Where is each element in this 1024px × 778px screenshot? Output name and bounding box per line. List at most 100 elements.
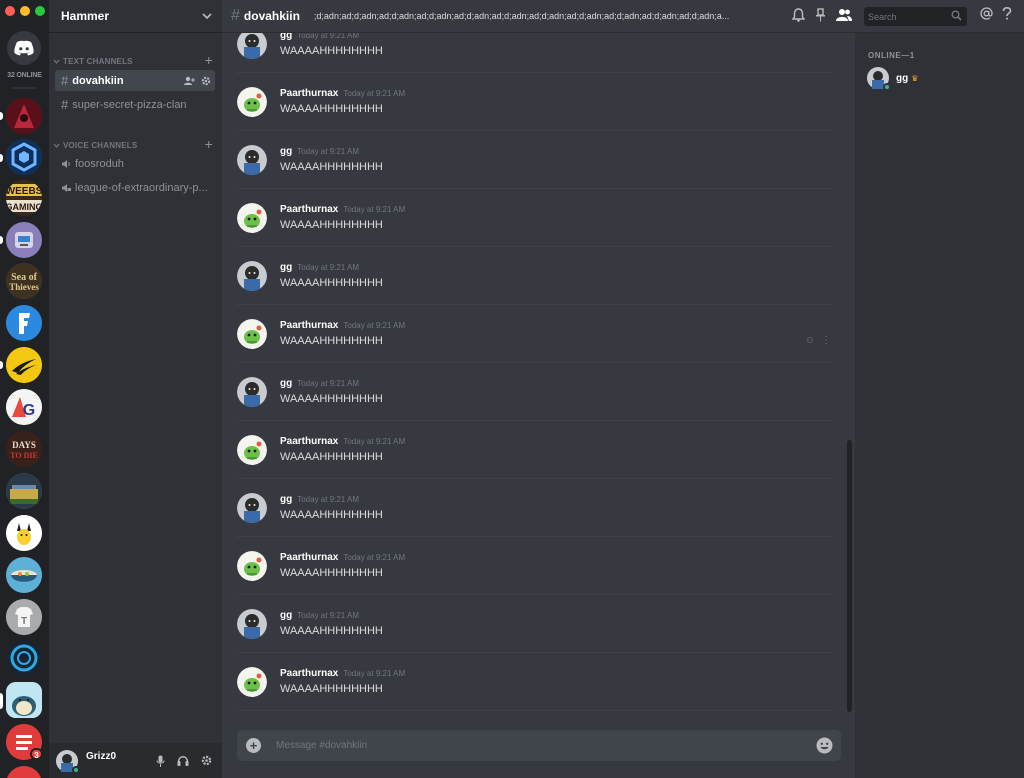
- avatar[interactable]: [237, 667, 267, 697]
- avatar[interactable]: [237, 261, 267, 291]
- add-channel-icon[interactable]: +: [205, 136, 213, 152]
- message-author[interactable]: gg Today at 9:21 AM: [280, 262, 359, 273]
- server-icon[interactable]: [6, 98, 42, 134]
- message-item[interactable]: gg Today at 9:21 AM WAAAAHHHHHHHH: [237, 595, 831, 653]
- member-list-icon[interactable]: [836, 8, 852, 21]
- add-channel-icon[interactable]: +: [205, 52, 213, 68]
- message-author[interactable]: Paarthurnax Today at 9:21 AM: [280, 552, 405, 563]
- avatar[interactable]: [237, 87, 267, 117]
- locked-speaker-icon: [62, 183, 71, 192]
- message-author[interactable]: gg Today at 9:21 AM: [280, 146, 359, 157]
- invite-user-icon[interactable]: [184, 76, 195, 85]
- emoji-icon[interactable]: [816, 737, 833, 754]
- message-author[interactable]: Paarthurnax Today at 9:21 AM: [280, 88, 405, 99]
- headphones-icon[interactable]: [177, 755, 189, 766]
- search-box[interactable]: [864, 7, 967, 26]
- gear-icon[interactable]: [201, 76, 211, 86]
- close-window-button[interactable]: [5, 6, 15, 16]
- guild-header[interactable]: Hammer: [49, 0, 222, 33]
- author-name[interactable]: gg: [280, 33, 292, 41]
- scrollbar-thumb[interactable]: [847, 440, 852, 712]
- server-icon[interactable]: [6, 515, 42, 551]
- message-item[interactable]: Paarthurnax Today at 9:21 AM WAAAAHHHHHHHH: [237, 421, 831, 479]
- server-icon[interactable]: DAYS TO DIE: [6, 431, 42, 467]
- message-author[interactable]: gg Today at 9:21 AM: [280, 378, 359, 389]
- author-name[interactable]: Paarthurnax: [280, 88, 338, 99]
- voice-channels-category[interactable]: VOICE CHANNELS +: [53, 136, 213, 152]
- author-name[interactable]: Paarthurnax: [280, 320, 338, 331]
- message-author[interactable]: Paarthurnax Today at 9:21 AM: [280, 204, 405, 215]
- message-item[interactable]: Paarthurnax Today at 9:21 AM WAAAAHHHHHHHH…: [237, 305, 831, 363]
- avatar[interactable]: [237, 551, 267, 581]
- microphone-icon[interactable]: [156, 755, 165, 767]
- add-reaction-icon[interactable]: ☺: [805, 335, 815, 346]
- channel-item-super-secret-pizza-clan[interactable]: # super-secret-pizza-clan: [55, 94, 215, 115]
- server-icon[interactable]: Sea of Thieves: [6, 263, 42, 299]
- home-button[interactable]: [7, 31, 41, 65]
- upload-plus-icon[interactable]: +: [246, 738, 261, 753]
- mentions-icon[interactable]: [980, 7, 993, 20]
- author-name[interactable]: gg: [280, 262, 292, 273]
- help-icon[interactable]: [1002, 7, 1012, 20]
- avatar[interactable]: [56, 749, 80, 774]
- message-author[interactable]: gg Today at 9:21 AM: [280, 610, 359, 621]
- message-item[interactable]: gg Today at 9:21 AM WAAAAHHHHHHHH: [237, 363, 831, 421]
- message-author[interactable]: gg Today at 9:21 AM: [280, 33, 359, 41]
- avatar[interactable]: [237, 33, 267, 59]
- message-author[interactable]: Paarthurnax Today at 9:21 AM: [280, 436, 405, 447]
- member-item[interactable]: gg ♛: [867, 67, 918, 91]
- avatar[interactable]: [237, 203, 267, 233]
- server-icon[interactable]: [6, 473, 42, 509]
- author-name[interactable]: Paarthurnax: [280, 552, 338, 563]
- server-icon[interactable]: [6, 766, 42, 778]
- voice-channel-league[interactable]: league-of-extraordinary-p...: [55, 177, 215, 198]
- minimize-window-button[interactable]: [20, 6, 30, 16]
- server-icon[interactable]: WEEBS GAMING: [6, 180, 42, 216]
- message-author[interactable]: gg Today at 9:21 AM: [280, 494, 359, 505]
- author-name[interactable]: gg: [280, 146, 292, 157]
- channel-topic[interactable]: ;d;adn;ad;d;adn;ad;d;adn;ad;d;adn;ad;d;a…: [314, 11, 782, 21]
- server-icon[interactable]: T: [6, 599, 42, 635]
- server-icon[interactable]: [6, 222, 42, 258]
- message-item[interactable]: Paarthurnax Today at 9:21 AM WAAAAHHHHHHHH: [237, 653, 831, 711]
- message-item[interactable]: Paarthurnax Today at 9:21 AM WAAAAHHHHHHHH: [237, 189, 831, 247]
- message-item[interactable]: gg Today at 9:21 AM WAAAAHHHHHHHH: [237, 33, 831, 73]
- gg-avatar-icon: [237, 377, 267, 407]
- bell-icon[interactable]: [792, 8, 805, 22]
- server-icon-hammer[interactable]: [6, 682, 42, 718]
- avatar[interactable]: [237, 319, 267, 349]
- message-item[interactable]: gg Today at 9:21 AM WAAAAHHHHHHHH: [237, 247, 831, 305]
- pin-icon[interactable]: [815, 8, 826, 22]
- avatar[interactable]: [237, 609, 267, 639]
- server-icon[interactable]: [6, 347, 42, 383]
- maximize-window-button[interactable]: [35, 6, 45, 16]
- author-name[interactable]: Paarthurnax: [280, 204, 338, 215]
- server-icon[interactable]: [6, 557, 42, 593]
- message-author[interactable]: Paarthurnax Today at 9:21 AM: [280, 320, 405, 331]
- server-icon[interactable]: G: [6, 389, 42, 425]
- voice-channel-foosroduh[interactable]: foosroduh: [55, 153, 215, 174]
- server-icon[interactable]: [6, 640, 42, 676]
- message-input[interactable]: [276, 740, 776, 751]
- message-item[interactable]: gg Today at 9:21 AM WAAAAHHHHHHHH: [237, 131, 831, 189]
- message-item[interactable]: Paarthurnax Today at 9:21 AM WAAAAHHHHHHHH: [237, 73, 831, 131]
- author-name[interactable]: gg: [280, 378, 292, 389]
- author-name[interactable]: gg: [280, 610, 292, 621]
- avatar[interactable]: [237, 145, 267, 175]
- message-author[interactable]: Paarthurnax Today at 9:21 AM: [280, 668, 405, 679]
- avatar[interactable]: [237, 435, 267, 465]
- author-name[interactable]: gg: [280, 494, 292, 505]
- server-icon[interactable]: [6, 305, 42, 341]
- message-item[interactable]: gg Today at 9:21 AM WAAAAHHHHHHHH: [237, 479, 831, 537]
- gear-icon[interactable]: [201, 755, 212, 766]
- avatar[interactable]: [237, 377, 267, 407]
- search-input[interactable]: [868, 11, 948, 22]
- author-name[interactable]: Paarthurnax: [280, 668, 338, 679]
- message-item[interactable]: Paarthurnax Today at 9:21 AM WAAAAHHHHHHHH: [237, 537, 831, 595]
- text-channels-category[interactable]: TEXT CHANNELS +: [53, 52, 213, 68]
- channel-item-dovahkiin[interactable]: # dovahkiin: [55, 70, 215, 91]
- more-options-icon[interactable]: ⋮: [821, 335, 831, 346]
- server-icon[interactable]: [6, 139, 42, 175]
- author-name[interactable]: Paarthurnax: [280, 436, 338, 447]
- avatar[interactable]: [237, 493, 267, 523]
